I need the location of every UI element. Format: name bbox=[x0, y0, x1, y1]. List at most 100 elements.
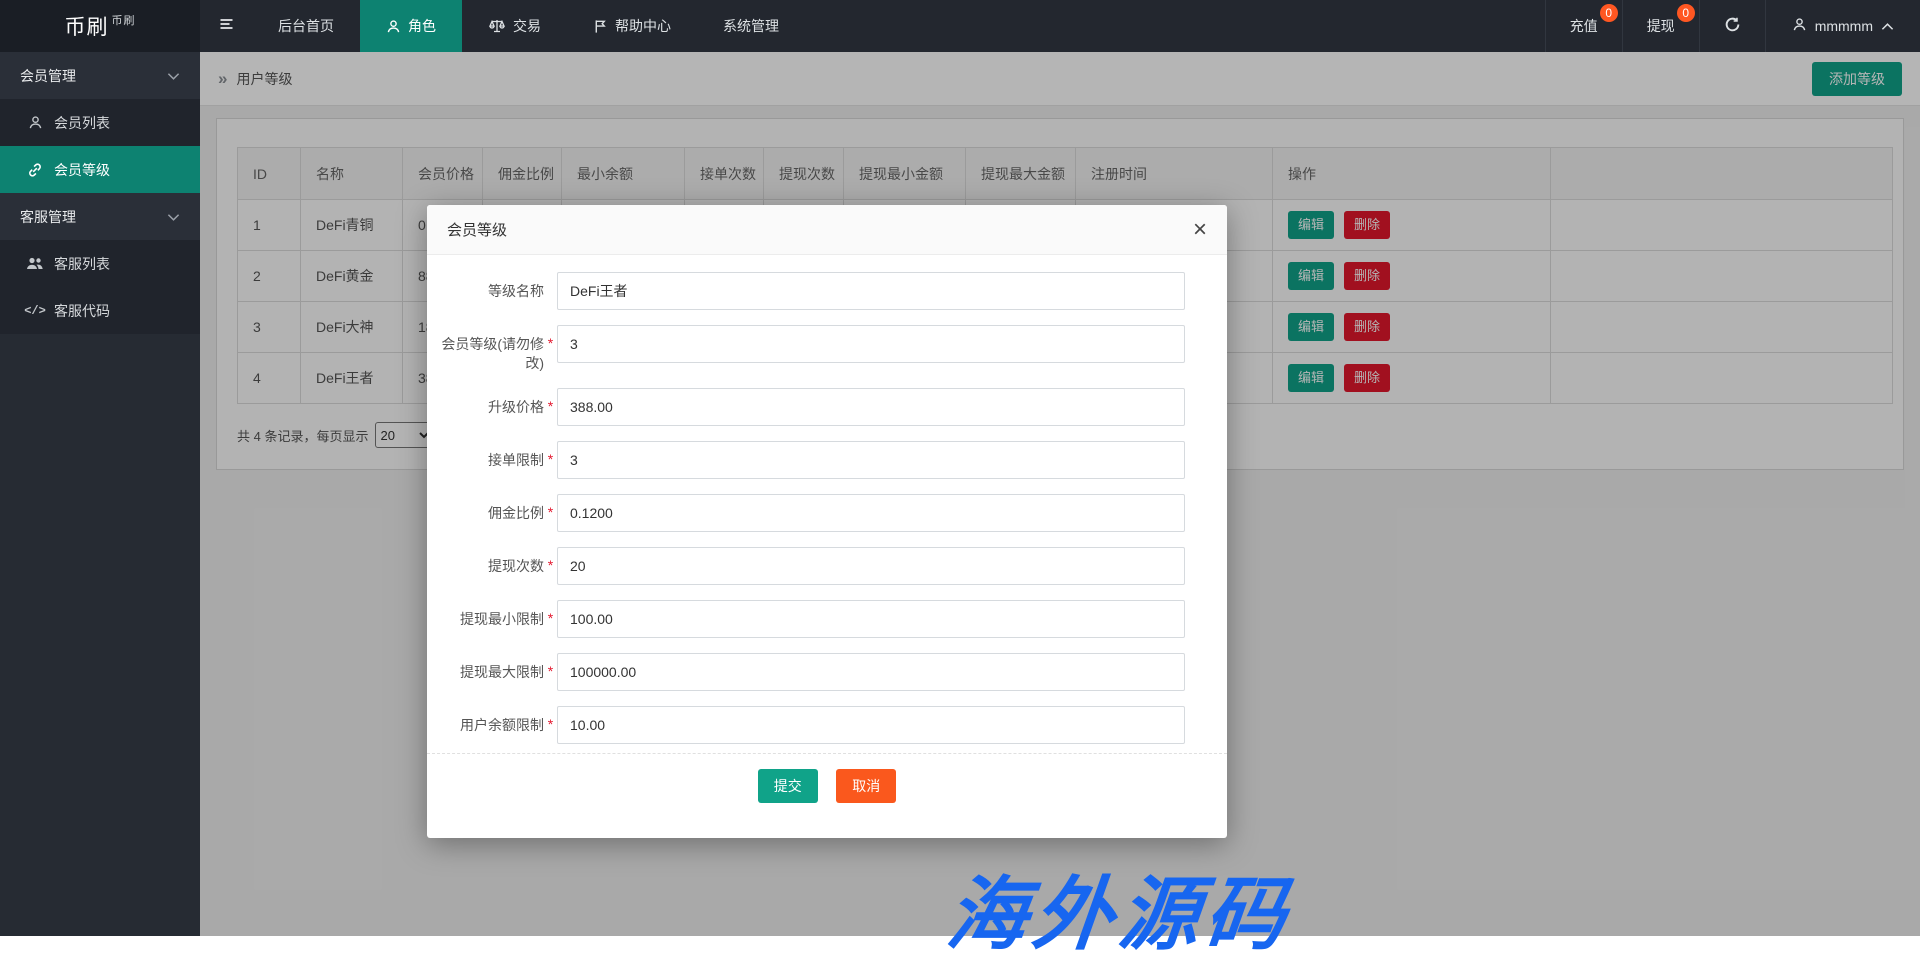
field-label: 提现最小限制* bbox=[439, 600, 557, 638]
navbar-right: 充值 0 提现 0 mmmmm bbox=[1545, 0, 1920, 52]
form-field-4: 佣金比例* bbox=[439, 494, 1185, 532]
form-field-6: 提现最小限制* bbox=[439, 600, 1185, 638]
withdraw-label: 提现 bbox=[1647, 16, 1675, 36]
person-icon bbox=[26, 115, 44, 130]
form-field-5: 提现次数* bbox=[439, 547, 1185, 585]
user-menu[interactable]: mmmmm bbox=[1765, 0, 1920, 52]
sidebar-item-member-list[interactable]: 会员列表 bbox=[0, 99, 200, 146]
field-label-text: 等级名称 bbox=[439, 282, 544, 310]
sidebar-group-label: 客服管理 bbox=[20, 207, 76, 227]
nav-item-help[interactable]: 帮助中心 bbox=[567, 0, 697, 52]
field-input[interactable] bbox=[557, 653, 1185, 691]
nav-item-role[interactable]: 角色 bbox=[360, 0, 462, 52]
field-label-text: 升级价格 bbox=[439, 398, 544, 426]
field-label-text: 提现最小限制 bbox=[439, 610, 544, 638]
field-input[interactable] bbox=[557, 388, 1185, 426]
required-asterisk: * bbox=[544, 716, 557, 744]
close-icon[interactable]: × bbox=[1193, 218, 1207, 242]
form-field-3: 接单限制* bbox=[439, 441, 1185, 479]
sidebar-item-service-list[interactable]: 客服列表 bbox=[0, 240, 200, 287]
sidebar-group-member[interactable]: 会员管理 bbox=[0, 52, 200, 99]
field-label-text: 佣金比例 bbox=[439, 504, 544, 532]
field-label: 提现次数* bbox=[439, 547, 557, 585]
nav-item-home[interactable]: 后台首页 bbox=[252, 0, 360, 52]
field-label: 提现最大限制* bbox=[439, 653, 557, 691]
user-avatar-icon bbox=[1792, 17, 1807, 35]
required-asterisk: * bbox=[544, 557, 557, 585]
nav-item-label: 交易 bbox=[513, 16, 541, 36]
required-asterisk: * bbox=[544, 663, 557, 691]
chevron-up-icon bbox=[1881, 18, 1894, 34]
field-label: 等级名称 bbox=[439, 272, 557, 310]
refresh-button[interactable] bbox=[1699, 0, 1765, 52]
app-logo: 币刷币刷 bbox=[0, 0, 200, 52]
logo-superscript: 币刷 bbox=[112, 12, 136, 28]
field-label-text: 用户余额限制 bbox=[439, 716, 544, 744]
field-label-text: 提现次数 bbox=[439, 557, 544, 585]
sidebar-group-label: 会员管理 bbox=[20, 66, 76, 86]
nav-item-label: 系统管理 bbox=[723, 16, 779, 36]
required-asterisk: * bbox=[544, 335, 557, 373]
field-label: 会员等级(请勿修改)* bbox=[439, 325, 557, 373]
submit-button[interactable]: 提交 bbox=[758, 769, 818, 803]
sidebar-item-service-code[interactable]: </> 客服代码 bbox=[0, 287, 200, 334]
member-level-dialog: 会员等级 × 等级名称会员等级(请勿修改)*升级价格*接单限制*佣金比例*提现次… bbox=[427, 205, 1227, 838]
top-navbar: 币刷币刷 后台首页 角色 交易 帮助中心 系统管理 充值 0 提现 0 mmmmm bbox=[0, 0, 1920, 52]
hamburger-icon bbox=[218, 16, 235, 37]
field-input[interactable] bbox=[557, 600, 1185, 638]
required-asterisk: * bbox=[544, 398, 557, 426]
withdraw-badge: 0 bbox=[1677, 4, 1695, 22]
logo-text: 币刷 bbox=[65, 11, 109, 41]
nav-item-label: 帮助中心 bbox=[615, 16, 671, 36]
form-field-7: 提现最大限制* bbox=[439, 653, 1185, 691]
scale-icon bbox=[488, 18, 506, 34]
link-icon bbox=[26, 162, 44, 178]
sidebar-item-member-level[interactable]: 会员等级 bbox=[0, 146, 200, 193]
form-field-1: 会员等级(请勿修改)* bbox=[439, 325, 1185, 373]
required-asterisk: * bbox=[544, 451, 557, 479]
nav-item-label: 后台首页 bbox=[278, 16, 334, 36]
dialog-body: 等级名称会员等级(请勿修改)*升级价格*接单限制*佣金比例*提现次数*提现最小限… bbox=[427, 255, 1227, 753]
dialog-title: 会员等级 bbox=[447, 219, 507, 240]
withdraw-button[interactable]: 提现 0 bbox=[1622, 0, 1699, 52]
dialog-footer: 提交 取消 bbox=[427, 753, 1227, 838]
nav-item-system[interactable]: 系统管理 bbox=[697, 0, 805, 52]
recharge-label: 充值 bbox=[1570, 16, 1598, 36]
required-asterisk: * bbox=[544, 610, 557, 638]
field-input[interactable] bbox=[557, 441, 1185, 479]
recharge-badge: 0 bbox=[1600, 4, 1618, 22]
field-input[interactable] bbox=[557, 706, 1185, 744]
required-asterisk: * bbox=[544, 504, 557, 532]
sidebar-toggle-button[interactable] bbox=[200, 0, 252, 52]
refresh-icon bbox=[1724, 16, 1741, 36]
flag-icon bbox=[593, 19, 608, 34]
username: mmmmm bbox=[1815, 18, 1873, 34]
form-field-0: 等级名称 bbox=[439, 272, 1185, 310]
chevron-down-icon bbox=[167, 68, 180, 84]
field-input[interactable] bbox=[557, 272, 1185, 310]
cancel-button[interactable]: 取消 bbox=[836, 769, 896, 803]
chevron-down-icon bbox=[167, 209, 180, 225]
code-icon: </> bbox=[26, 304, 44, 318]
nav-item-trade[interactable]: 交易 bbox=[462, 0, 567, 52]
users-icon bbox=[26, 256, 44, 271]
field-label: 升级价格* bbox=[439, 388, 557, 426]
field-label-text: 会员等级(请勿修改) bbox=[439, 335, 544, 373]
sidebar-item-label: 会员列表 bbox=[54, 113, 110, 133]
watermark-text: 海外源码 bbox=[942, 850, 1298, 966]
field-label: 佣金比例* bbox=[439, 494, 557, 532]
field-input[interactable] bbox=[557, 494, 1185, 532]
field-input[interactable] bbox=[557, 547, 1185, 585]
sidebar-group-service[interactable]: 客服管理 bbox=[0, 193, 200, 240]
field-label: 用户余额限制* bbox=[439, 706, 557, 744]
main-menu: 后台首页 角色 交易 帮助中心 系统管理 bbox=[252, 0, 805, 52]
field-input[interactable] bbox=[557, 325, 1185, 363]
sidebar-item-label: 客服代码 bbox=[54, 301, 110, 321]
form-field-2: 升级价格* bbox=[439, 388, 1185, 426]
required-asterisk bbox=[544, 282, 557, 310]
field-label-text: 提现最大限制 bbox=[439, 663, 544, 691]
dialog-header: 会员等级 × bbox=[427, 205, 1227, 255]
sidebar: 会员管理会员列表会员等级客服管理客服列表 </> 客服代码 bbox=[0, 52, 200, 936]
recharge-button[interactable]: 充值 0 bbox=[1545, 0, 1622, 52]
nav-item-label: 角色 bbox=[408, 16, 436, 36]
